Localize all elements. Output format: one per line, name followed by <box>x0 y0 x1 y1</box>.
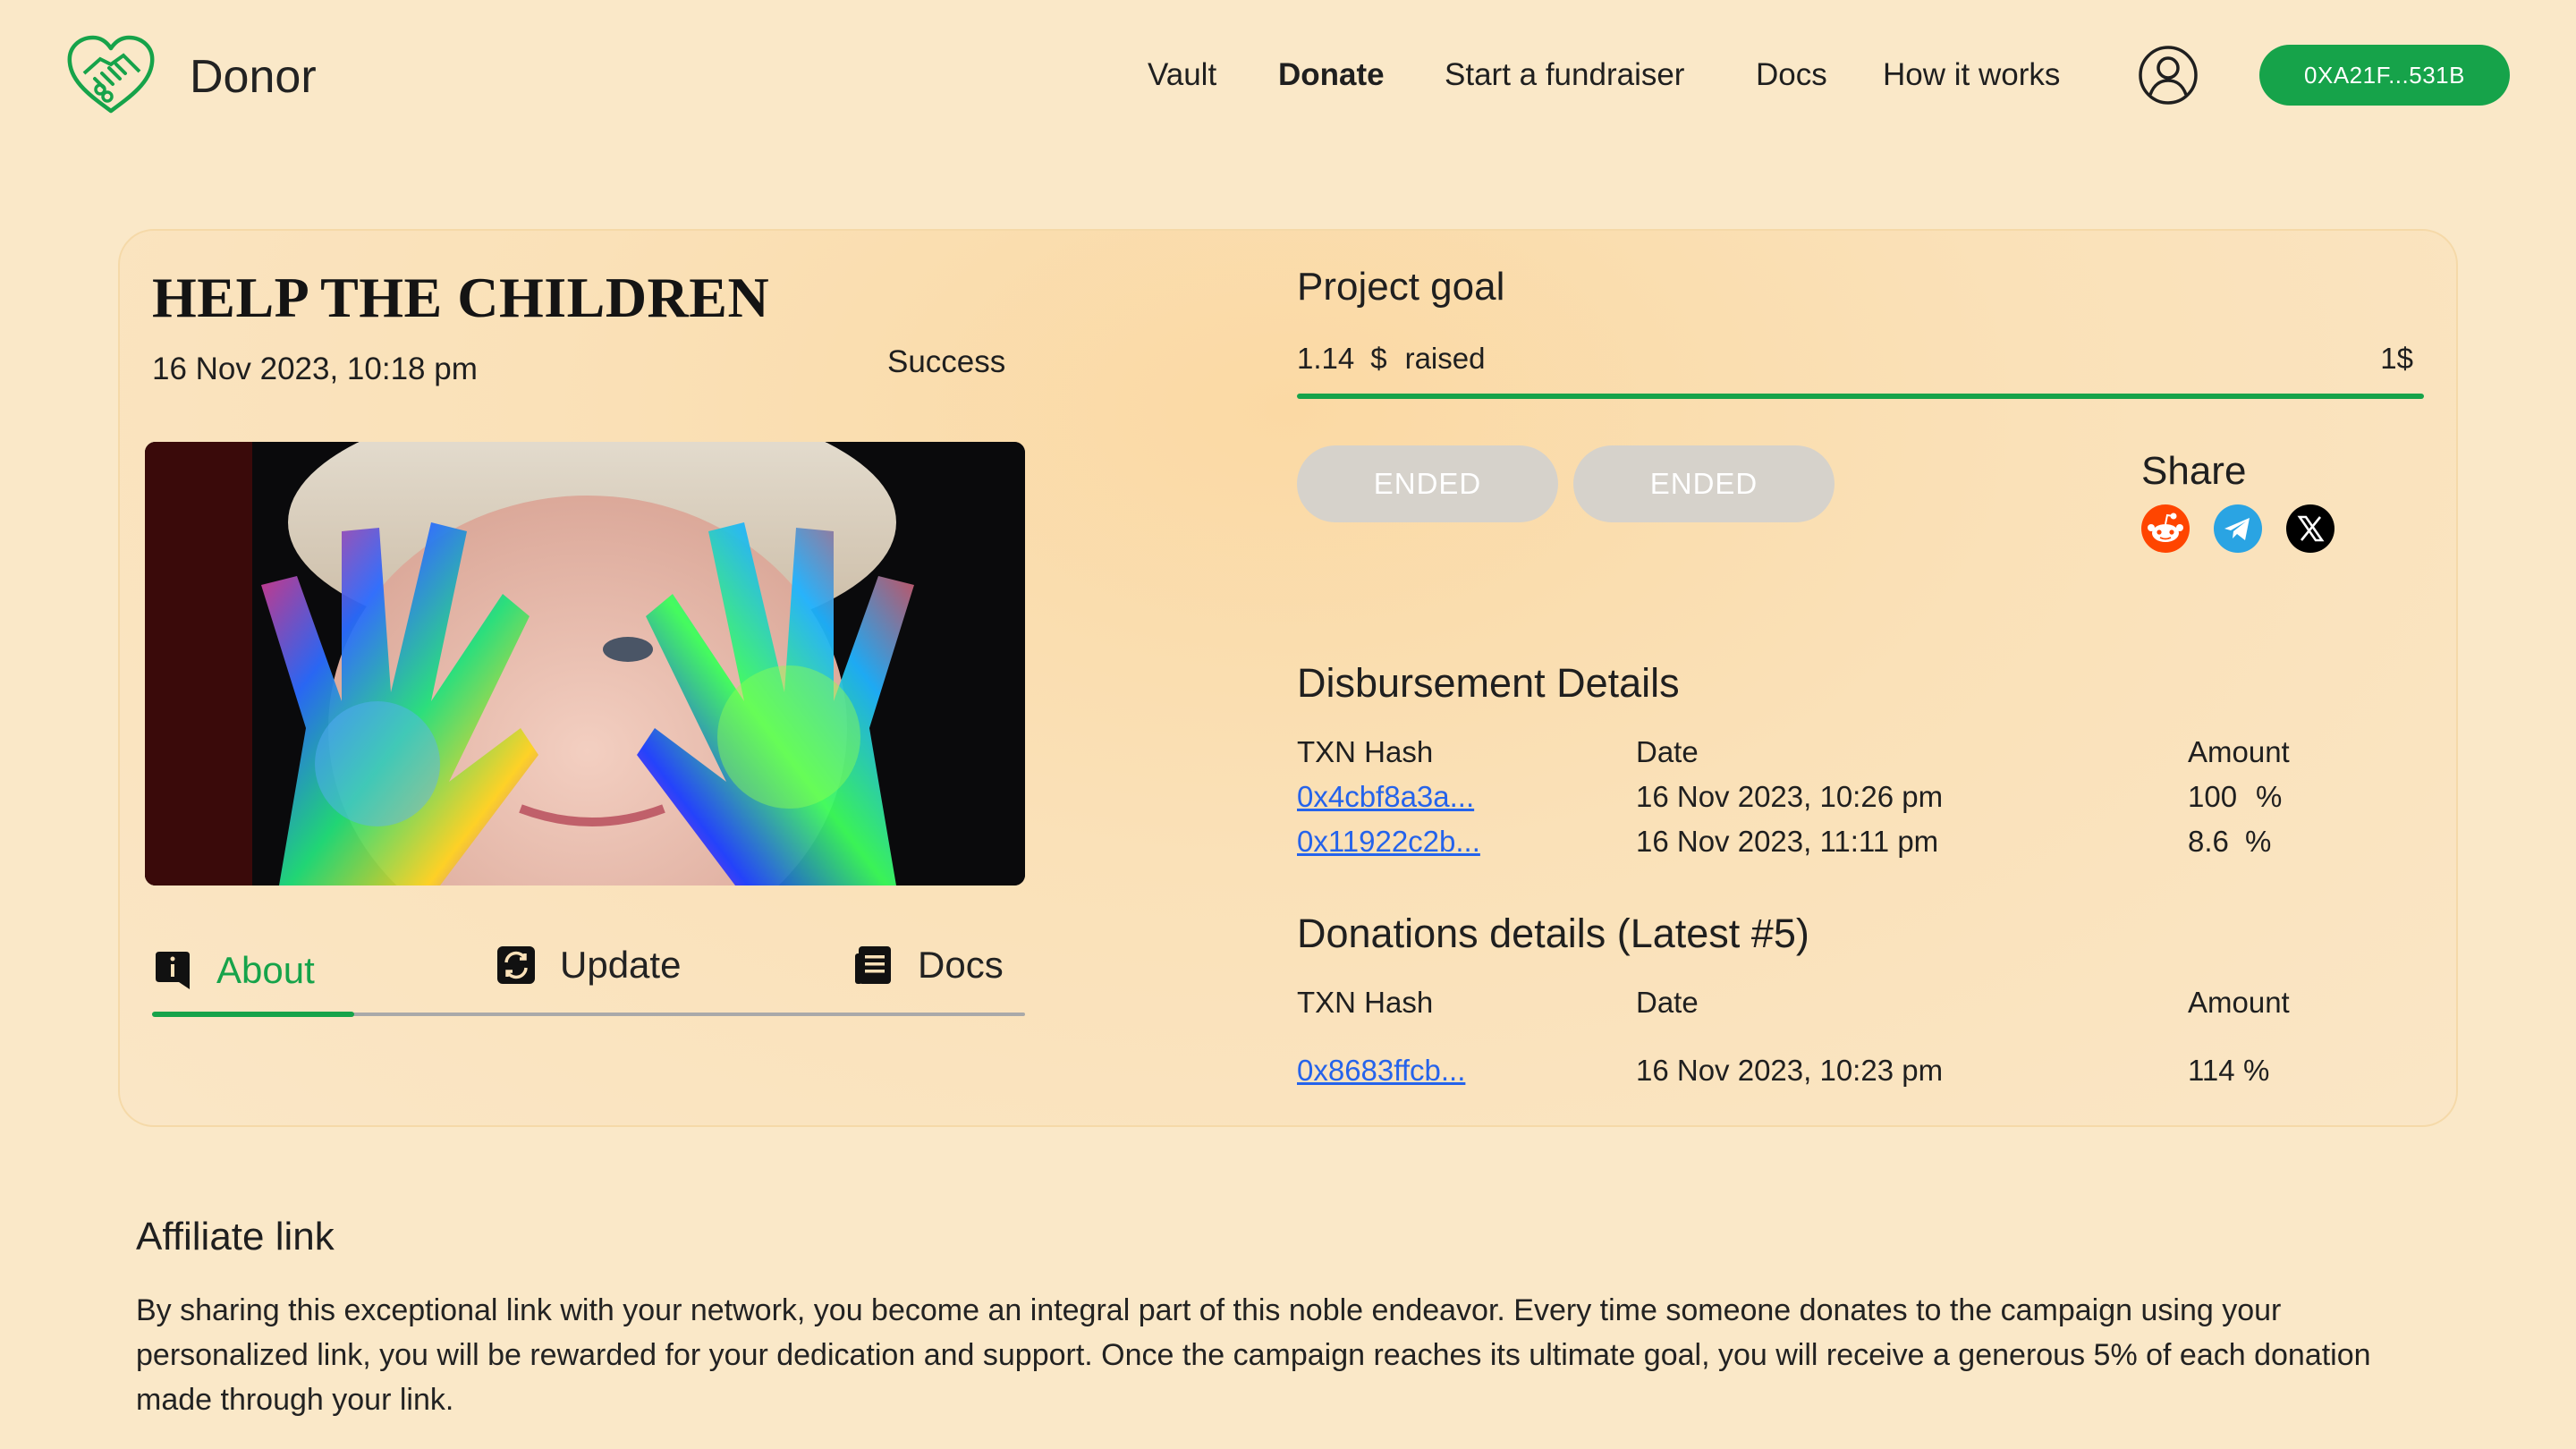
share-label: Share <box>2141 449 2247 493</box>
disbursement-title: Disbursement Details <box>1297 660 1680 706</box>
tab-docs-label: Docs <box>918 944 1004 986</box>
disbursement-header-amount: Amount <box>2188 735 2290 768</box>
ended-button[interactable]: ENDED <box>1297 445 1558 522</box>
tab-docs[interactable]: Docs <box>853 925 1004 1005</box>
nav-vault[interactable]: Vault <box>1148 57 1216 93</box>
info-icon <box>156 952 190 989</box>
donations-header-amount: Amount <box>2188 986 2290 1019</box>
campaign-status: Success <box>887 344 1006 379</box>
tab-update-label: Update <box>560 944 682 986</box>
raised-amount: 1.14 $ raised <box>1297 342 1485 376</box>
nav-how-it-works[interactable]: How it works <box>1883 57 2060 93</box>
disbursement-date: 16 Nov 2023, 10:26 pm <box>1636 780 1944 813</box>
disbursement-header-date: Date <box>1636 735 1699 768</box>
reddit-icon[interactable] <box>2141 504 2190 553</box>
telegram-icon[interactable] <box>2214 504 2262 553</box>
tab-about[interactable]: About <box>152 930 315 1011</box>
disbursement-unit: % <box>2256 780 2283 813</box>
goal-progress-fill <box>1297 394 2424 399</box>
disbursement-unit: % <box>2245 825 2272 858</box>
x-icon[interactable] <box>2286 504 2334 553</box>
donation-unit: % <box>2243 1054 2270 1087</box>
donation-date: 16 Nov 2023, 10:23 pm <box>1636 1054 1944 1087</box>
tab-update[interactable]: Update <box>496 925 681 1005</box>
goal-target: 1$ <box>2380 342 2413 375</box>
tab-active-indicator <box>152 1012 354 1017</box>
donation-hash-link[interactable]: 0x8683ffcb... <box>1297 1054 1465 1088</box>
user-circle-icon[interactable] <box>2138 45 2199 106</box>
affiliate-description: By sharing this exceptional link with yo… <box>136 1293 2371 1417</box>
donation-amount: 114 <box>2188 1054 2235 1087</box>
ended-button-secondary[interactable]: ENDED <box>1573 445 1835 522</box>
tab-about-label: About <box>216 949 315 991</box>
nav-docs[interactable]: Docs <box>1756 57 1827 93</box>
campaign-title: HELP THE CHILDREN <box>152 266 770 329</box>
raised-label: raised <box>1404 342 1486 375</box>
raised-value: 1.14 <box>1297 342 1355 375</box>
disbursement-amount: 8.6 <box>2188 825 2229 858</box>
nav-donate[interactable]: Donate <box>1278 57 1385 93</box>
disbursement-amount: 100 <box>2188 780 2238 813</box>
disbursement-date: 16 Nov 2023, 11:11 pm <box>1636 825 1939 858</box>
donations-title: Donations details (Latest #5) <box>1297 911 1809 956</box>
nav-start-fundraiser[interactable]: Start a fundraiser <box>1445 57 1684 93</box>
campaign-image <box>145 442 1025 886</box>
affiliate-title: Affiliate link <box>136 1215 335 1258</box>
disbursement-hash-link[interactable]: 0x4cbf8a3a... <box>1297 780 1474 814</box>
project-goal-title: Project goal <box>1297 265 1505 309</box>
document-icon <box>855 946 891 984</box>
refresh-icon <box>497 946 535 984</box>
goal-progress-bar <box>1297 394 2424 399</box>
donations-header-hash: TXN Hash <box>1297 986 1434 1019</box>
wallet-address-button[interactable]: 0XA21F...531B <box>2259 45 2510 106</box>
raised-currency: $ <box>1370 342 1387 375</box>
donations-header-date: Date <box>1636 986 1699 1019</box>
disbursement-hash-link[interactable]: 0x11922c2b... <box>1297 825 1480 859</box>
campaign-tabs: About Update Docs <box>152 930 1025 1017</box>
campaign-created-date: 16 Nov 2023, 10:18 pm <box>152 352 478 386</box>
disbursement-header-hash: TXN Hash <box>1297 735 1434 768</box>
